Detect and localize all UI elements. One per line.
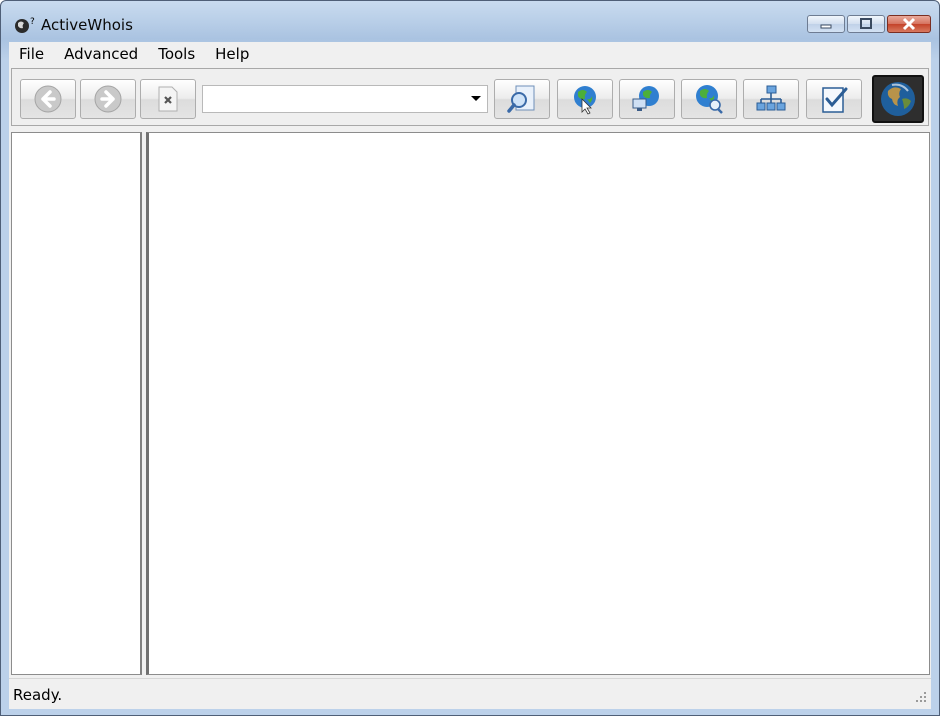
- status-bar: Ready.: [9, 678, 931, 709]
- menu-help[interactable]: Help: [205, 42, 259, 64]
- maximize-icon: [860, 18, 872, 29]
- stop-button[interactable]: [140, 79, 196, 119]
- close-button[interactable]: [887, 15, 931, 33]
- minimize-icon: [820, 24, 832, 29]
- title-bar[interactable]: ? ActiveWhois: [1, 1, 939, 41]
- globe-cursor-icon: [574, 86, 596, 115]
- earth-logo-icon: [881, 82, 915, 116]
- magnifier-document-icon: [507, 85, 535, 113]
- report-button[interactable]: [806, 79, 862, 119]
- menu-bar: File Advanced Tools Help: [9, 42, 931, 64]
- globe-magnifier-icon: [696, 85, 723, 114]
- network-button[interactable]: [619, 79, 675, 119]
- lookup-button[interactable]: [494, 79, 550, 119]
- toolbar: [11, 68, 929, 126]
- web-button[interactable]: [557, 79, 613, 119]
- status-text: Ready.: [13, 686, 63, 704]
- globe-question-icon: ?: [15, 17, 35, 33]
- app-window: ? ActiveWhois File Advanced Tools Help R…: [0, 0, 940, 716]
- svg-text:?: ?: [30, 17, 35, 27]
- chevron-down-icon[interactable]: [471, 96, 481, 101]
- results-pane[interactable]: [146, 132, 930, 675]
- close-icon: [902, 17, 916, 31]
- address-combobox[interactable]: [202, 85, 488, 113]
- forward-button[interactable]: [80, 79, 136, 119]
- forward-arrow-icon: [94, 85, 122, 113]
- window-title: ActiveWhois: [41, 16, 133, 34]
- globe-search-button[interactable]: [681, 79, 737, 119]
- client-area: File Advanced Tools Help Ready.: [9, 42, 931, 709]
- network-tree-button[interactable]: [743, 79, 799, 119]
- caption-buttons: [805, 15, 931, 33]
- checklist-icon: [822, 87, 848, 113]
- menu-tools[interactable]: Tools: [148, 42, 205, 64]
- earth-logo: [872, 75, 924, 123]
- menu-advanced[interactable]: Advanced: [54, 42, 148, 64]
- resize-grip-icon[interactable]: [915, 691, 927, 703]
- menu-file[interactable]: File: [9, 42, 54, 64]
- maximize-button[interactable]: [847, 15, 885, 33]
- stop-page-icon: [158, 86, 178, 112]
- globe-computers-icon: [632, 86, 659, 111]
- back-button[interactable]: [20, 79, 76, 119]
- navigation-pane[interactable]: [11, 132, 142, 675]
- network-tree-icon: [756, 85, 786, 111]
- minimize-button[interactable]: [807, 15, 845, 33]
- back-arrow-icon: [34, 85, 62, 113]
